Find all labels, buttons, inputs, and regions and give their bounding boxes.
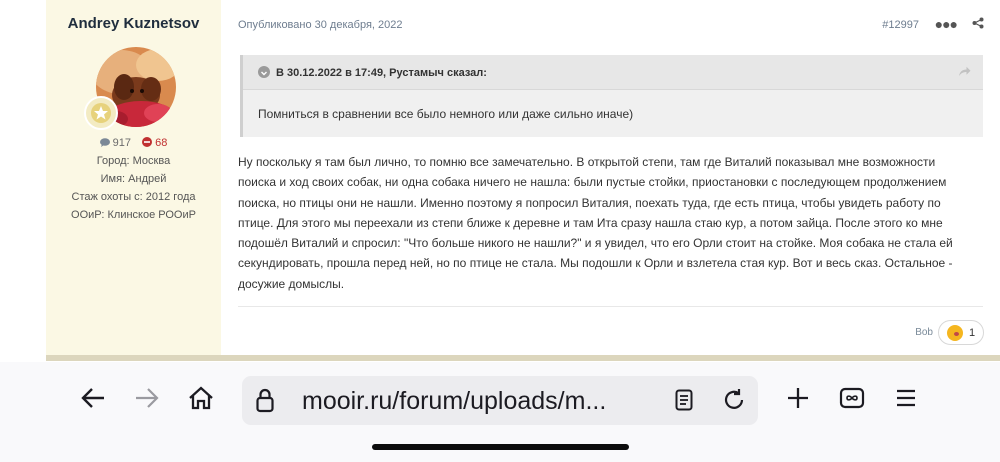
url-text[interactable]: mooir.ru/forum/uploads/m... (302, 387, 606, 416)
post-text-line: досужие домыслы. (238, 276, 345, 291)
reputation-negative[interactable]: 68 (142, 137, 167, 149)
author-first-name: Имя: Андрей (100, 173, 167, 185)
quote-author: В 30.12.2022 в 17:49, Рустамыч сказал: (276, 67, 487, 79)
reload-icon[interactable] (722, 388, 746, 417)
author-name[interactable]: Andrey Kuznetsov (46, 15, 221, 32)
back-button[interactable] (73, 376, 113, 420)
reputation-negative-count: 68 (155, 137, 168, 149)
reputation-positive-count: 917 (112, 137, 132, 149)
more-options-icon[interactable]: ●●● (935, 16, 958, 32)
forward-button[interactable] (127, 376, 167, 420)
reputation-positive[interactable]: 917 (99, 137, 134, 149)
minus-circle-icon (142, 137, 153, 147)
address-bar[interactable]: mooir.ru/forum/uploads/m... (242, 376, 758, 425)
home-indicator[interactable] (372, 444, 629, 450)
home-icon (189, 386, 213, 410)
plus-icon (788, 388, 808, 408)
post-number-link[interactable]: #12997 (882, 19, 919, 31)
post-divider (238, 306, 983, 307)
post-text-line: секундировать, прошла перед ней, но по п… (238, 256, 953, 271)
back-arrow-icon (81, 388, 104, 408)
tabs-button[interactable] (832, 376, 872, 420)
quote-jump-icon[interactable] (958, 66, 971, 80)
quote-block: В 30.12.2022 в 17:49, Рустамыч сказал: П… (240, 55, 983, 137)
post-date[interactable]: Опубликовано 30 декабря, 2022 (238, 19, 402, 31)
reaction-user-link[interactable]: Bob (915, 327, 933, 338)
reader-view-icon[interactable] (675, 389, 693, 416)
home-button[interactable] (181, 376, 221, 420)
hamburger-menu-icon (897, 389, 915, 407)
share-icon[interactable] (972, 16, 984, 34)
post-text-line: поиска, но птицы они не нашли. Именно по… (238, 195, 941, 210)
forward-arrow-icon (136, 388, 159, 408)
lock-icon[interactable] (255, 388, 275, 418)
post-bottom-border (46, 355, 1000, 361)
quote-header[interactable]: В 30.12.2022 в 17:49, Рустамыч сказал: (243, 55, 983, 90)
post-text-line: Ну поскольку я там был лично, то помню в… (238, 155, 936, 169)
author-hunting-experience: Стаж охоты с: 2012 года (71, 191, 196, 203)
reaction-emoji-icon (946, 324, 963, 341)
reaction-button[interactable]: 1 (938, 320, 984, 345)
collapse-chevron-icon[interactable] (258, 66, 270, 78)
quote-text: Помниться в сравнении все было немного и… (258, 107, 634, 121)
post-content: Опубликовано 30 декабря, 2022 #12997 ●●●… (221, 0, 1000, 358)
page: Andrey Kuznetsov 917 68 Город: Москва Им… (0, 0, 1000, 462)
page-gutter (0, 0, 46, 362)
comment-icon (99, 138, 110, 147)
post-text-line: поиска и ход своих собак, ни одна собака… (238, 175, 947, 190)
author-city: Город: Москва (96, 155, 171, 167)
menu-button[interactable] (886, 376, 926, 420)
star-icon (91, 103, 111, 123)
author-panel: Andrey Kuznetsov 917 68 Город: Москва Им… (46, 0, 221, 358)
post-text: Ну поскольку я там был лично, то помню в… (238, 152, 983, 294)
reaction-count: 1 (968, 326, 976, 339)
reputation-stats: 917 68 (46, 137, 221, 149)
private-tabs-icon (839, 387, 865, 409)
post-text-line: птице. Для этого мы переехали из степи б… (238, 215, 943, 230)
post-text-line: подошёл Виталий и спросил: "Что больше н… (238, 236, 953, 251)
new-tab-button[interactable] (778, 376, 818, 420)
rank-badge (84, 96, 118, 130)
author-society: ООиР: Клинское РООиР (71, 209, 196, 221)
